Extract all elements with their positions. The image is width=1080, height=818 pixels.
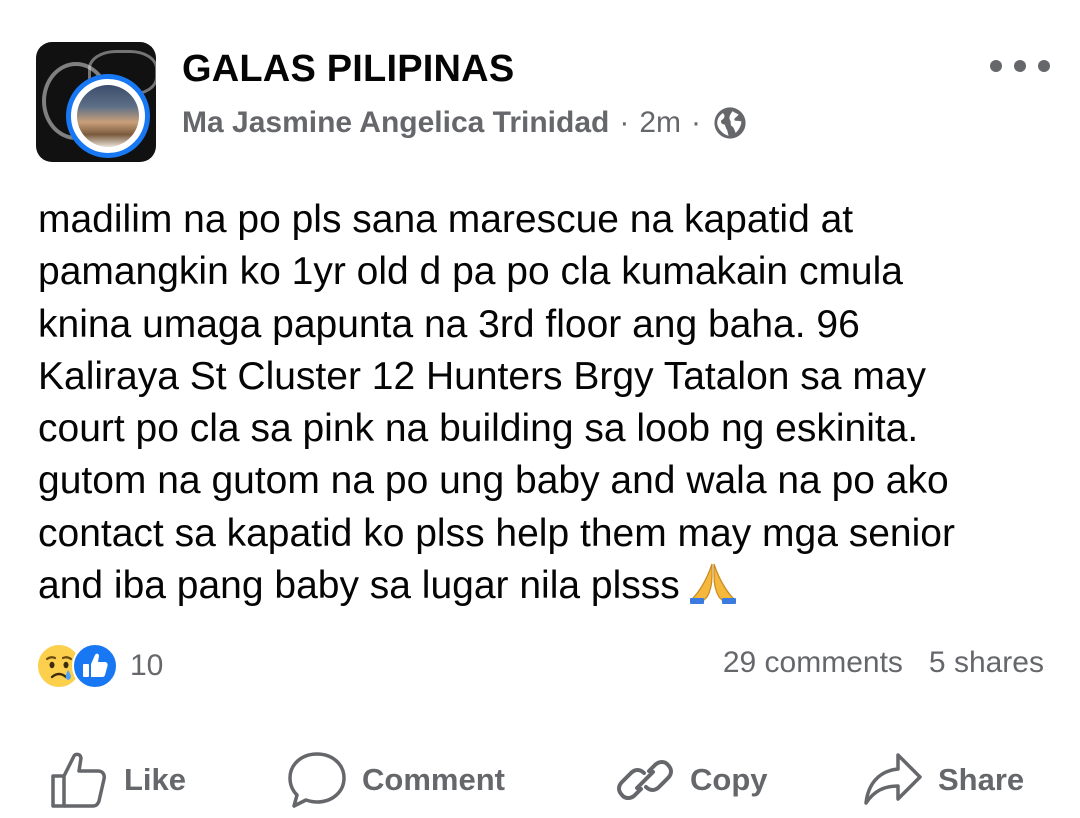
post-body-line: madilim na po pls sana marescue na kapat… bbox=[38, 198, 854, 241]
comment-button[interactable]: Comment bbox=[286, 742, 505, 818]
copy-button[interactable]: Copy bbox=[614, 742, 768, 818]
post-header: GALAS PILIPINAS Ma Jasmine Angelica Trin… bbox=[36, 42, 1050, 166]
like-label: Like bbox=[124, 762, 187, 797]
post-meta: Ma Jasmine Angelica Trinidad · 2m · bbox=[182, 106, 747, 140]
globe-icon bbox=[714, 107, 746, 139]
copy-label: Copy bbox=[690, 762, 768, 797]
link-icon bbox=[617, 760, 673, 800]
reactions-summary[interactable]: 10 bbox=[36, 641, 163, 691]
comment-label: Comment bbox=[362, 762, 505, 797]
more-dot-icon bbox=[1014, 60, 1026, 72]
post-body: madilim na po pls sana marescue na kapat… bbox=[38, 194, 1048, 612]
thumbs-up-icon bbox=[51, 752, 106, 808]
comment-bubble-icon bbox=[288, 752, 346, 808]
share-button[interactable]: Share bbox=[862, 742, 1024, 818]
post-body-line: and iba pang baby sa lugar nila plsss bbox=[38, 564, 680, 608]
post-action-bar: Like Comment Copy Share bbox=[0, 742, 1080, 818]
post-stats: 29 comments 5 shares bbox=[723, 646, 1044, 680]
post-time[interactable]: 2m bbox=[639, 106, 681, 140]
post-body-line: court po cla sa pink na building sa loob… bbox=[38, 407, 919, 451]
share-label: Share bbox=[938, 762, 1025, 797]
more-dot-icon bbox=[990, 60, 1002, 72]
author-avatar[interactable] bbox=[66, 74, 150, 158]
meta-separator: · bbox=[691, 106, 702, 139]
reaction-count: 10 bbox=[130, 649, 164, 682]
post-body-line: gutom na gutom na po ung baby and wala n… bbox=[38, 459, 949, 503]
like-button[interactable]: Like bbox=[48, 742, 186, 818]
post-body-line: knina umaga papunta na 3rd floor ang bah… bbox=[38, 302, 860, 346]
like-icon bbox=[72, 643, 118, 689]
group-name[interactable]: GALAS PILIPINAS bbox=[182, 48, 514, 91]
author-avatar-photo bbox=[77, 85, 139, 147]
comments-count[interactable]: 29 comments bbox=[723, 646, 903, 679]
more-dot-icon bbox=[1038, 60, 1050, 72]
share-arrow-icon bbox=[864, 753, 922, 805]
post-body-line: contact sa kapatid ko plss help them may… bbox=[38, 511, 955, 555]
meta-separator: · bbox=[619, 106, 630, 139]
folded-hands-icon bbox=[689, 563, 736, 605]
more-options-button[interactable] bbox=[990, 56, 1050, 76]
post-body-line: Kaliraya St Cluster 12 Hunters Brgy Tata… bbox=[38, 354, 927, 398]
author-name[interactable]: Ma Jasmine Angelica Trinidad bbox=[182, 106, 609, 140]
post-body-line-last: and iba pang baby sa lugar nila plsss bbox=[38, 560, 1048, 612]
post-body-line: pamangkin ko 1yr old d pa po cla kumakai… bbox=[38, 250, 903, 294]
shares-count[interactable]: 5 shares bbox=[929, 646, 1044, 679]
